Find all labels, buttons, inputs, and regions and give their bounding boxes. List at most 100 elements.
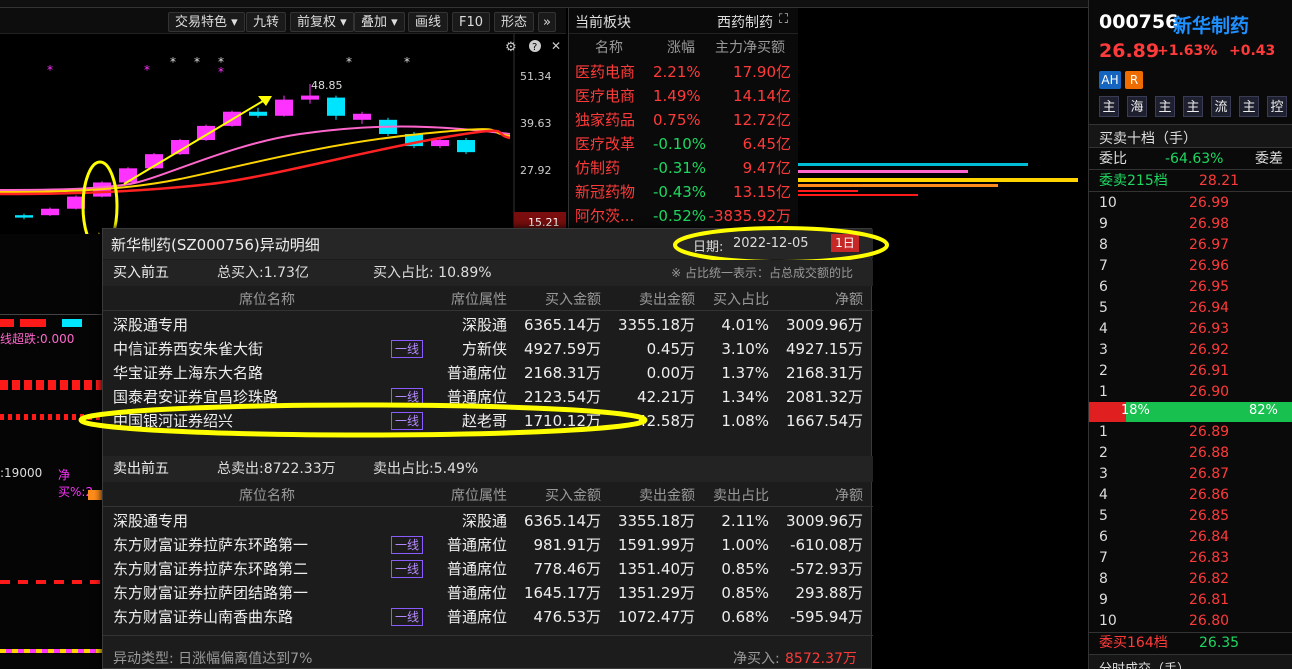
mode-button[interactable]: 流 [1211,96,1231,117]
book-title-bar: 买卖十档（手） [1089,124,1292,148]
sector-row[interactable]: 医疗改革 -0.10% 6.45亿 [575,132,797,156]
change-abs: +0.43 [1229,43,1276,59]
col-seat-name: 席位名称 [239,488,295,504]
bid-level-row[interactable]: 1 26.89 [1089,422,1292,443]
indicator-bar [20,319,46,327]
buy-amount: 4927.59万 [523,340,601,358]
seat-row[interactable]: 华宝证券上海东大名路 普通席位 2168.31万 0.00万 1.37% 2168.31万 [103,361,873,385]
bid-total-row: 委买164档 26.35 [1089,632,1292,653]
bid-level-row[interactable]: 3 26.87 [1089,464,1292,485]
ask-level-row[interactable]: 7 26.96 [1089,256,1292,277]
seat-row[interactable]: 东方财富证券山南香曲东路 一线 普通席位 476.53万 1072.47万 0.68% -5… [103,605,873,629]
bid-level-row[interactable]: 4 26.86 [1089,485,1292,506]
profile-bar [798,170,968,173]
sector-row[interactable]: 独家药品 0.75% 12.72亿 [575,108,797,132]
buy-section-header: 买入前五 总买入:1.73亿 买入占比: 10.89% ※ 占比统一表示：占总成… [103,260,873,286]
net-buy-label: 净买入: [733,651,780,667]
toolbar-adjust[interactable]: 前复权 ▾ [290,12,354,32]
seat-row[interactable]: 深股通专用 深股通 6365.14万 3355.18万 4.01% 3009.96万 [103,313,873,337]
toolbar-trade-feature[interactable]: 交易特色 ▾ [168,12,245,32]
ask-level-row[interactable]: 2 26.91 [1089,361,1292,382]
toolbar-overlay[interactable]: 叠加 ▾ [354,12,405,32]
toolbar-draw[interactable]: 画线 [408,12,449,32]
candle-body [327,97,345,116]
ask-total: 委卖215档 [1099,173,1168,189]
signal-star: * [404,55,410,69]
bid-level-row[interactable]: 8 26.82 [1089,569,1292,590]
sector-row[interactable]: 医疗电商 1.49% 14.14亿 [575,84,797,108]
ask-level-row[interactable]: 5 26.94 [1089,298,1292,319]
seat-row[interactable]: 东方财富证券拉萨团结路第一 普通席位 1645.17万 1351.29万 0.85% 29… [103,581,873,605]
trading-app: 交易特色 ▾ 九转 前复权 ▾ 叠加 ▾ 画线 F10 形态 » * * * *… [0,0,1292,669]
seat-name: 东方财富证券山南香曲东路 [113,608,294,626]
price-tick: 27.92 [520,164,552,177]
toolbar-jiuzhuan[interactable]: 九转 [246,12,287,32]
seat-attr: 普通席位 [446,608,507,626]
sector-change: -0.10% [653,135,707,153]
bid-level-row[interactable]: 6 26.84 [1089,527,1292,548]
candle-body [41,208,59,216]
r-badge[interactable]: R [1125,71,1143,89]
ratio-right-label: 82% [1249,403,1278,418]
bid-level-row[interactable]: 5 26.85 [1089,506,1292,527]
bid-level-row[interactable]: 7 26.83 [1089,548,1292,569]
bid-level: 1 [1099,424,1108,440]
ask-price: 26.92 [1189,342,1230,358]
price-tick: 39.63 [520,117,552,130]
sector-header-name[interactable]: 西药制药 [717,12,773,32]
seat-row[interactable]: 深股通专用 深股通 6365.14万 3355.18万 2.11% 3009.96万 [103,509,873,533]
mode-button[interactable]: 主 [1099,96,1119,117]
sector-row[interactable]: 医药电商 2.21% 17.90亿 [575,60,797,84]
mode-button[interactable]: 主 [1239,96,1259,117]
gear-icon[interactable]: ⚙ [505,40,517,55]
bid-level-row[interactable]: 10 26.80 [1089,611,1292,632]
ask-level-row[interactable]: 3 26.92 [1089,340,1292,361]
ask-level: 10 [1099,195,1117,211]
help-glyph: ? [532,42,537,53]
sector-change: 0.75% [653,111,701,129]
bid-level-row[interactable]: 2 26.88 [1089,443,1292,464]
toolbar-more[interactable]: » [538,12,556,32]
weibi-label: 委比 [1099,151,1127,167]
kline-chart[interactable]: * * * * * * * * 48.85 51.34 39.63 27.92 … [0,34,566,234]
expand-icon[interactable]: ⛶ [779,12,788,27]
weibi-value: -64.63% [1165,151,1224,167]
mode-button[interactable]: 主 [1183,96,1203,117]
annotation-ellipse-seat [78,402,648,438]
mode-button[interactable]: 海 [1127,96,1147,117]
sector-net-buy: 13.15亿 [733,183,791,201]
net-amount: -572.93万 [790,560,863,578]
seat-row[interactable]: 东方财富证券拉萨东环路第二 一线 普通席位 778.46万 1351.40万 0.85% -… [103,557,873,581]
ask-total-row: 委卖215档 28.21 [1089,171,1292,192]
arrowhead-icon [258,96,272,106]
sector-change: -0.43% [653,183,707,201]
ah-badge[interactable]: AH [1099,71,1121,89]
weibi-row: 委比 -64.63% 委差 [1089,149,1292,170]
ask-level-row[interactable]: 9 26.98 [1089,214,1292,235]
seat-row[interactable]: 中信证券西安朱雀大街 一线 方新侠 4927.59万 0.45万 3.10% 4927.15… [103,337,873,361]
ratio-bar: 18% 82% [1089,402,1292,422]
sell-title: 卖出前五 [113,461,169,477]
ask-level-row[interactable]: 8 26.97 [1089,235,1292,256]
ask-level-row[interactable]: 6 26.95 [1089,277,1292,298]
ask-level-row[interactable]: 1 26.90 [1089,382,1292,403]
ask-level-row[interactable]: 10 26.99 [1089,193,1292,214]
close-icon[interactable]: ✕ [551,39,561,53]
sector-row[interactable]: 仿制药 -0.31% 9.47亿 [575,156,797,180]
signal-star: * [218,65,224,79]
ma-line-pink [0,125,511,191]
seat-row[interactable]: 东方财富证券拉萨东环路第一 一线 普通席位 981.91万 1591.99万 1.00% -… [103,533,873,557]
toolbar-label: 前复权 [297,15,337,30]
bid-level-row[interactable]: 9 26.81 [1089,590,1292,611]
toolbar-pattern[interactable]: 形态 [494,12,535,32]
seat-attr: 普通席位 [446,536,507,554]
toolbar-f10[interactable]: F10 [452,12,491,32]
col-net: 净额 [835,292,863,308]
sector-row[interactable]: 新冠药物 -0.43% 13.15亿 [575,180,797,204]
chevron-down-icon: ▾ [231,15,238,30]
mode-button[interactable]: 控 [1267,96,1287,117]
mode-button[interactable]: 主 [1155,96,1175,117]
lower-indicators: 线超跌:0.000 :19000 净买%:2 [0,234,102,669]
ask-level-row[interactable]: 4 26.93 [1089,319,1292,340]
signal-star: * [47,63,53,77]
